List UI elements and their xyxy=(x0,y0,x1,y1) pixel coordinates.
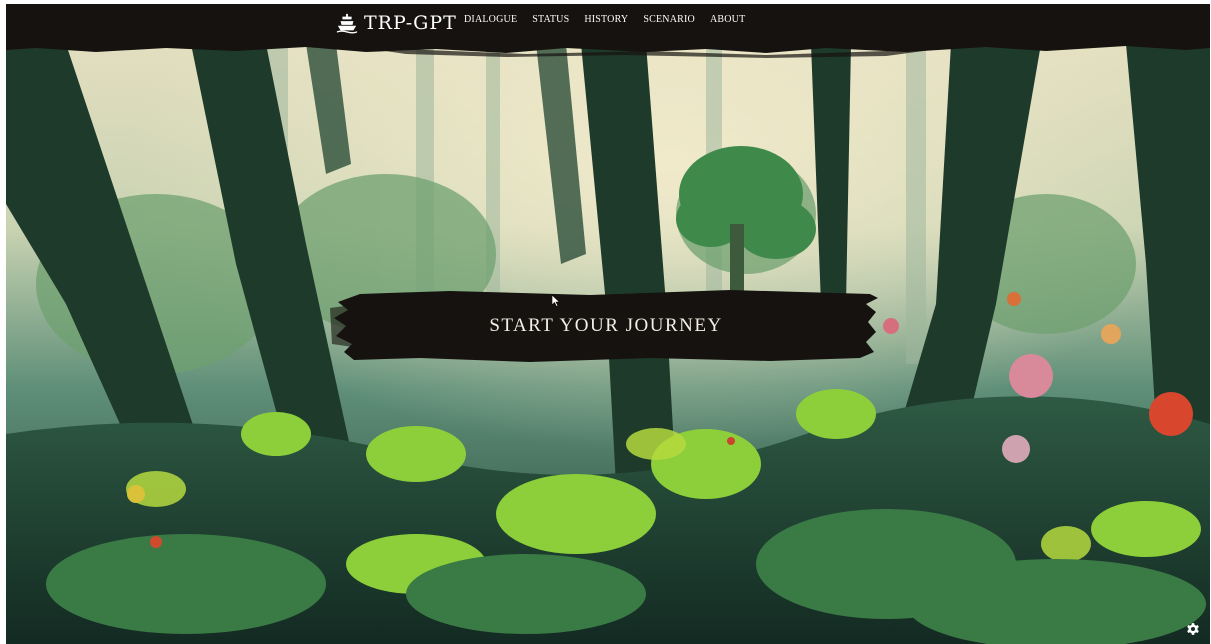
brand-logo[interactable]: TRP-GPT xyxy=(336,10,457,36)
gear-icon[interactable] xyxy=(1186,622,1200,636)
cta-label: START YOUR JOURNEY xyxy=(489,315,723,336)
start-journey-button[interactable]: START YOUR JOURNEY xyxy=(330,288,882,364)
nav-link-about[interactable]: ABOUT xyxy=(710,14,745,25)
mouse-cursor-icon xyxy=(552,295,560,307)
nav-link-dialogue[interactable]: DIALOGUE xyxy=(464,14,517,25)
app-viewport: TRP-GPT DIALOGUE STATUS HISTORY SCENARIO… xyxy=(6,4,1210,644)
nav-menu: DIALOGUE STATUS HISTORY SCENARIO ABOUT xyxy=(464,14,745,25)
nav-link-status[interactable]: STATUS xyxy=(532,14,569,25)
brand-name: TRP-GPT xyxy=(364,12,457,34)
nav-link-scenario[interactable]: SCENARIO xyxy=(643,14,695,25)
ship-icon xyxy=(336,13,358,34)
nav-link-history[interactable]: HISTORY xyxy=(584,14,628,25)
top-navbar: TRP-GPT DIALOGUE STATUS HISTORY SCENARIO… xyxy=(6,4,1210,58)
navbar-brush-background xyxy=(6,4,1210,58)
